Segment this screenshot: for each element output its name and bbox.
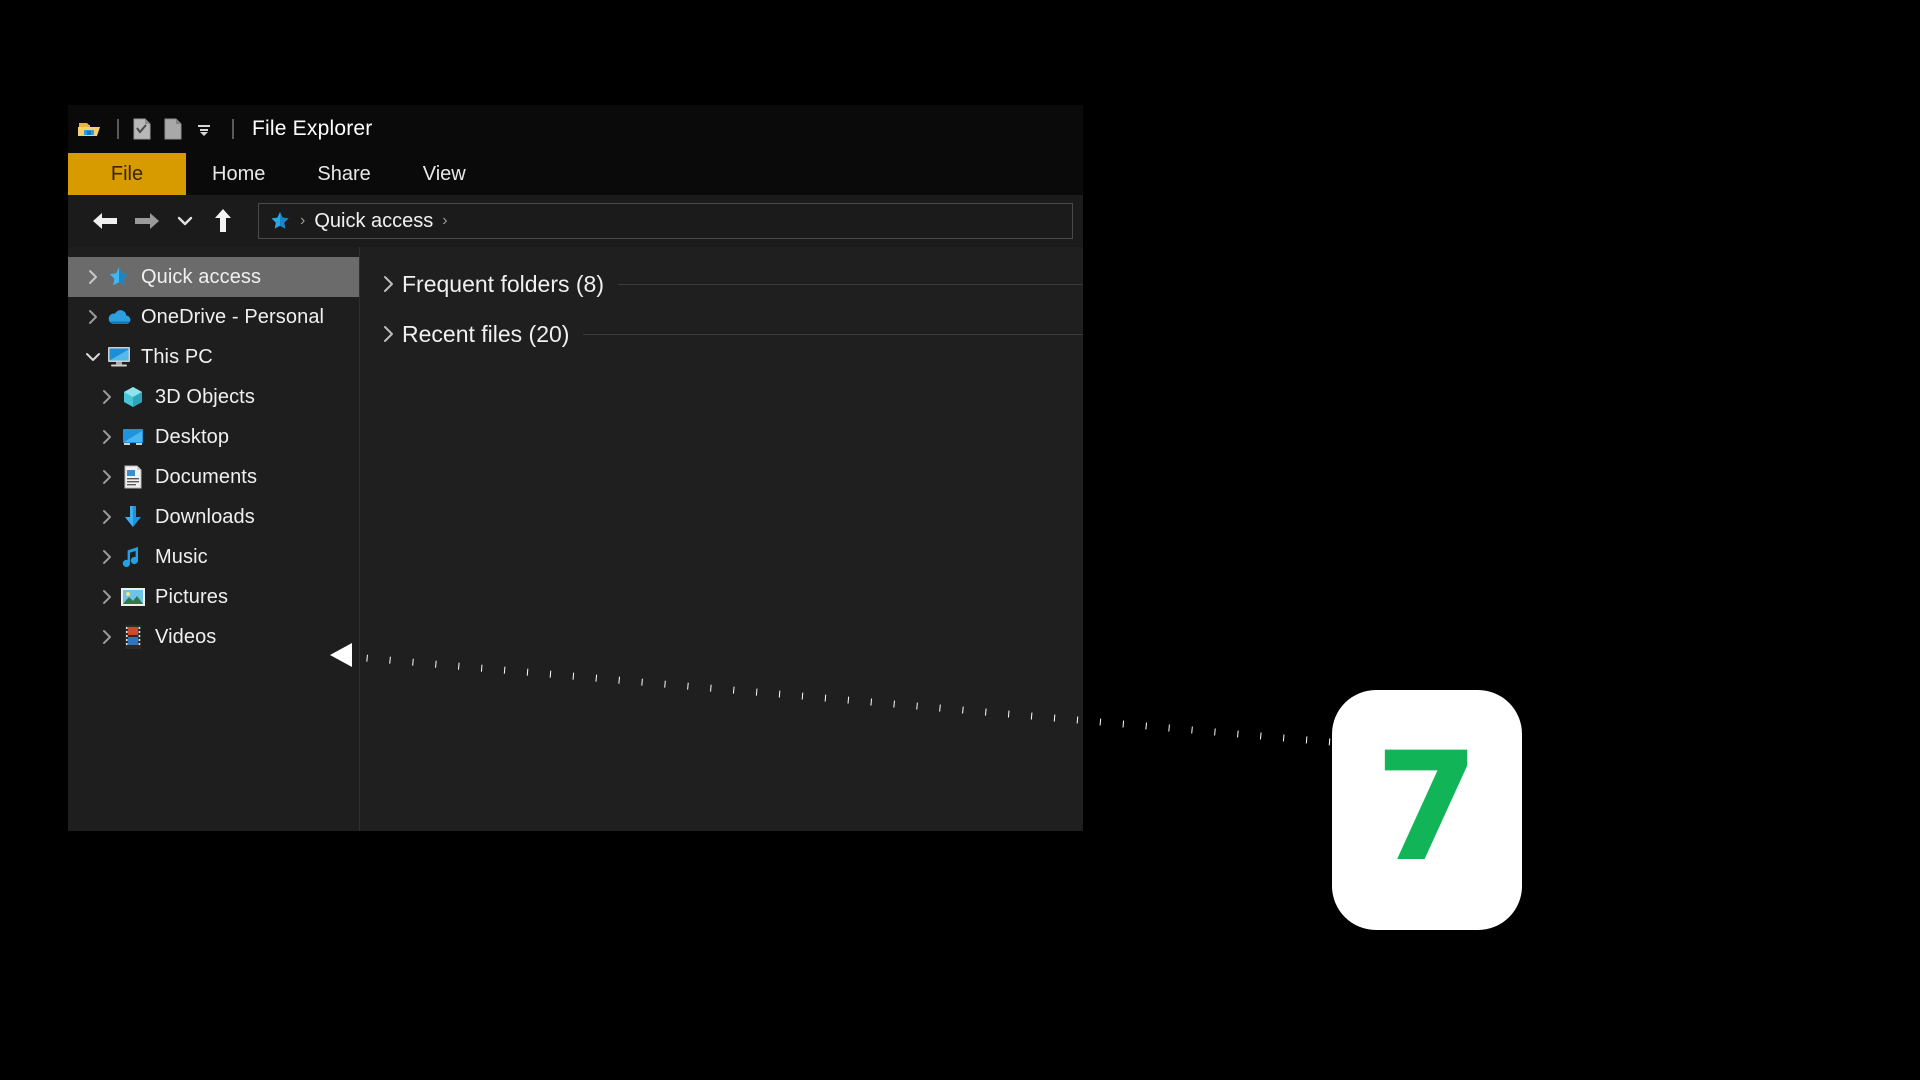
chevron-right-icon[interactable] bbox=[94, 469, 120, 485]
new-folder-icon[interactable] bbox=[160, 116, 186, 142]
chevron-right-icon[interactable] bbox=[94, 429, 120, 445]
documents-icon bbox=[120, 464, 146, 490]
chevron-down-icon[interactable] bbox=[191, 116, 217, 142]
3d-objects-cube-icon bbox=[120, 384, 146, 410]
chevron-right-icon[interactable] bbox=[94, 509, 120, 525]
recent-locations-button[interactable] bbox=[168, 200, 202, 242]
chevron-right-icon[interactable] bbox=[94, 389, 120, 405]
properties-icon[interactable] bbox=[129, 116, 155, 142]
chevron-right-icon[interactable] bbox=[80, 309, 106, 325]
videos-filmstrip-icon bbox=[120, 624, 146, 650]
quick-access-star-icon bbox=[269, 210, 291, 232]
back-button[interactable] bbox=[84, 200, 126, 242]
chevron-down-icon[interactable] bbox=[80, 351, 106, 363]
window-title: File Explorer bbox=[252, 117, 373, 140]
folder-icon[interactable] bbox=[76, 116, 102, 142]
sidebar-item-label: This PC bbox=[141, 345, 213, 368]
sidebar-item-label: OneDrive - Personal bbox=[141, 305, 325, 328]
breadcrumb-separator-1: › bbox=[300, 212, 306, 229]
group-frequent-folders[interactable]: Frequent folders (8) bbox=[360, 259, 1083, 309]
pictures-icon bbox=[120, 584, 146, 610]
tab-home[interactable]: Home bbox=[186, 153, 291, 195]
sidebar-item-onedrive[interactable]: OneDrive - Personal bbox=[68, 297, 359, 337]
chevron-right-icon[interactable] bbox=[94, 629, 120, 645]
toolbar-divider bbox=[117, 119, 119, 139]
star-icon bbox=[106, 264, 132, 290]
chevron-right-icon[interactable] bbox=[374, 275, 402, 293]
sidebar-item-label: Pictures bbox=[155, 585, 229, 608]
desktop-icon bbox=[120, 424, 146, 450]
chevron-right-icon[interactable] bbox=[94, 549, 120, 565]
navigation-bar: › Quick access › bbox=[68, 195, 1083, 247]
sidebar-item-label: Documents bbox=[155, 465, 258, 488]
sidebar-item-pictures[interactable]: Pictures bbox=[68, 577, 359, 617]
tab-share[interactable]: Share bbox=[291, 153, 396, 195]
step-badge: 7 bbox=[1332, 690, 1522, 930]
sidebar-item-music[interactable]: Music bbox=[68, 537, 359, 577]
this-pc-monitor-icon bbox=[106, 344, 132, 370]
chevron-right-icon[interactable] bbox=[374, 325, 402, 343]
sidebar-item-downloads[interactable]: Downloads bbox=[68, 497, 359, 537]
file-explorer-window: File Explorer File Home Share View › Qui… bbox=[68, 105, 1083, 831]
sidebar-item-documents[interactable]: Documents bbox=[68, 457, 359, 497]
navigation-pane: Quick access OneDrive - Personal This PC… bbox=[68, 247, 360, 831]
tab-file[interactable]: File bbox=[68, 153, 186, 195]
content-pane: Frequent folders (8) Recent files (20) bbox=[360, 247, 1083, 831]
forward-button[interactable] bbox=[126, 200, 168, 242]
sidebar-item-label: Videos bbox=[155, 625, 217, 648]
breadcrumb-separator-2[interactable]: › bbox=[442, 212, 447, 230]
screen: File Explorer File Home Share View › Qui… bbox=[0, 0, 1920, 1080]
downloads-arrow-icon bbox=[120, 504, 146, 530]
chevron-right-icon[interactable] bbox=[94, 589, 120, 605]
address-bar[interactable]: › Quick access › bbox=[258, 203, 1073, 239]
sidebar-item-label: Desktop bbox=[155, 425, 230, 448]
sidebar-item-label: Downloads bbox=[155, 505, 255, 528]
group-divider bbox=[617, 283, 1083, 285]
step-number: 7 bbox=[1374, 721, 1480, 895]
group-label: Frequent folders (8) bbox=[402, 270, 604, 297]
group-label: Recent files (20) bbox=[402, 320, 570, 347]
group-divider bbox=[583, 333, 1083, 335]
sidebar-item-label: Quick access bbox=[141, 265, 262, 288]
chevron-right-icon[interactable] bbox=[80, 269, 106, 285]
breadcrumb-quick-access[interactable]: Quick access bbox=[314, 210, 433, 233]
ribbon-tab-bar: File Home Share View bbox=[68, 153, 1083, 195]
sidebar-item-desktop[interactable]: Desktop bbox=[68, 417, 359, 457]
music-note-icon bbox=[120, 544, 146, 570]
sidebar-item-videos[interactable]: Videos bbox=[68, 617, 359, 657]
sidebar-item-quick-access[interactable]: Quick access bbox=[68, 257, 359, 297]
onedrive-cloud-icon bbox=[106, 304, 132, 330]
sidebar-item-label: Music bbox=[155, 545, 208, 568]
group-recent-files[interactable]: Recent files (20) bbox=[360, 309, 1083, 359]
title-divider bbox=[232, 119, 234, 139]
window-body: Quick access OneDrive - Personal This PC… bbox=[68, 247, 1083, 831]
sidebar-item-3d-objects[interactable]: 3D Objects bbox=[68, 377, 359, 417]
tab-view[interactable]: View bbox=[397, 153, 492, 195]
sidebar-item-this-pc[interactable]: This PC bbox=[68, 337, 359, 377]
sidebar-item-label: 3D Objects bbox=[155, 385, 255, 408]
title-bar: File Explorer bbox=[68, 105, 1083, 153]
up-button[interactable] bbox=[202, 200, 244, 242]
